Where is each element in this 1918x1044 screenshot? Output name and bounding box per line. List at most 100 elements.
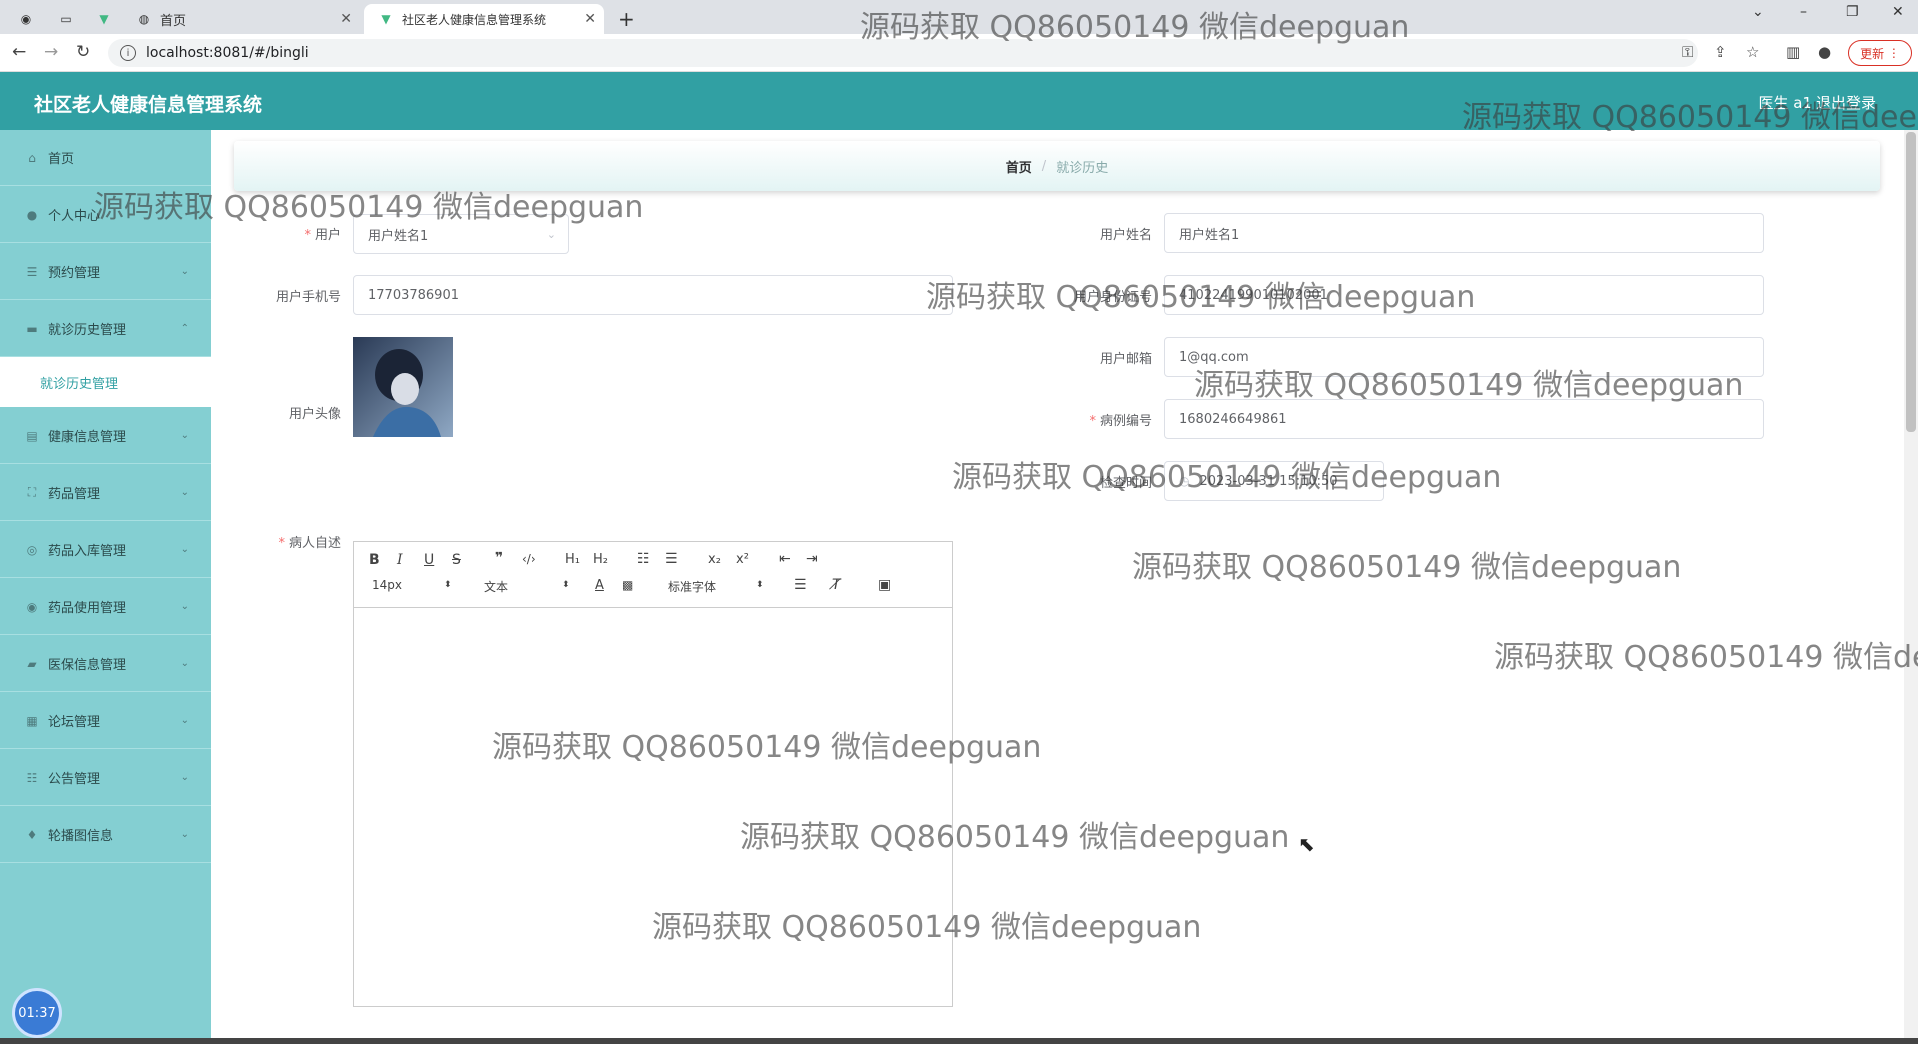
browser-tab[interactable]: ◉ (18, 4, 42, 34)
back-icon[interactable]: ← (12, 42, 26, 62)
sidebar-item-home[interactable]: ⌂ 首页 (0, 130, 211, 186)
minimize-icon[interactable]: – (1800, 4, 1807, 20)
user-name-field[interactable]: 用户姓名1 (1164, 213, 1764, 253)
sidebar-item-label: 就诊历史管理 (48, 323, 127, 338)
watermark: 源码获取 QQ86050149 微信deepguan (926, 280, 1476, 315)
ordered-list-icon[interactable]: ☷ (637, 551, 650, 567)
phone-field[interactable]: 17703786901 (353, 275, 953, 315)
sidebar-item-label: 药品入库管理 (48, 544, 127, 559)
user-label: * 用户 (243, 224, 341, 243)
clear-format-icon[interactable]: T̸ (832, 577, 841, 593)
close-icon[interactable]: ✕ (340, 11, 352, 27)
avatar (353, 337, 453, 437)
forward-icon[interactable]: → (44, 42, 58, 62)
watermark: 源码获取 QQ86050149 微信deepguan (1494, 640, 1918, 675)
sidebar-item-medicine-stock-in[interactable]: ◎ 药品入库管理 ⌄ (0, 522, 211, 578)
required-mark: * (278, 536, 285, 551)
sidebar-item-forum[interactable]: ▦ 论坛管理 ⌄ (0, 693, 211, 749)
new-tab-button[interactable]: + (618, 4, 635, 34)
chevron-down-icon: ⌄ (180, 829, 189, 840)
page-icon: ▭ (60, 12, 72, 26)
update-button[interactable]: 更新 ⋮ (1848, 40, 1912, 66)
compass-icon: ◎ (26, 542, 38, 557)
record-icon: ▬ (26, 321, 38, 336)
h1-icon[interactable]: H₁ (565, 552, 580, 567)
chevron-down-icon: ⌄ (180, 715, 189, 726)
sidebar-item-visit-history[interactable]: ▬ 就诊历史管理 ⌃ (0, 301, 211, 357)
breadcrumb-home[interactable]: 首页 (1006, 157, 1032, 176)
profile-icon[interactable]: ● (1818, 43, 1831, 61)
font-color-icon[interactable]: A (595, 578, 604, 593)
indent-icon[interactable]: ⇥ (806, 551, 818, 567)
info-icon[interactable]: i (120, 45, 136, 61)
case-no-label: * 病例编号 (1060, 410, 1152, 429)
italic-icon[interactable]: I (397, 552, 403, 568)
tab-title: 首页 (160, 13, 187, 29)
scrollbar-thumb[interactable] (1906, 132, 1916, 432)
case-no-field[interactable]: 1680246649861 (1164, 399, 1764, 439)
home-icon: ⌂ (28, 150, 36, 165)
underline-icon[interactable]: U (424, 552, 434, 568)
image-icon[interactable]: ▣ (878, 577, 891, 593)
block-type-select[interactable]: 文本 ⬍ (484, 578, 570, 595)
browser-tab[interactable]: ▭ (58, 4, 82, 34)
update-label: 更新 (1860, 46, 1885, 61)
required-mark: * (304, 228, 311, 243)
sidebar-item-insurance[interactable]: ▰ 医保信息管理 ⌄ (0, 636, 211, 692)
restore-icon[interactable]: ❐ (1846, 4, 1859, 20)
superscript-icon[interactable]: x² (736, 552, 749, 567)
subscript-icon[interactable]: x₂ (708, 552, 721, 567)
mouse-cursor-icon: ⬉ (1298, 832, 1315, 856)
close-icon[interactable]: ✕ (584, 11, 596, 27)
browser-tab[interactable]: ▼ (96, 4, 120, 34)
background-color-icon[interactable]: ▩ (622, 578, 633, 592)
blockquote-icon[interactable]: ❞ (495, 550, 503, 566)
sidebar-item-carousel[interactable]: ♦ 轮播图信息 ⌄ (0, 807, 211, 863)
strikethrough-icon[interactable]: S (452, 552, 461, 568)
close-window-icon[interactable]: ✕ (1892, 4, 1904, 20)
font-size-select[interactable]: 14px ⬍ (372, 578, 452, 592)
sidebar-item-label: 论坛管理 (48, 715, 101, 730)
h2-icon[interactable]: H₂ (593, 552, 608, 567)
sidebar-item-health-info[interactable]: ▤ 健康信息管理 ⌄ (0, 408, 211, 464)
globe-icon: ◍ (138, 12, 150, 26)
reload-icon[interactable]: ↻ (76, 42, 90, 62)
key-icon[interactable]: ⚿ (1682, 43, 1693, 61)
chevron-down-icon[interactable]: ⌄ (1752, 4, 1764, 20)
browser-tab-active[interactable]: ▼ 社区老人健康信息管理系统 ✕ (364, 4, 604, 34)
bold-icon[interactable]: B (369, 552, 380, 568)
star-icon[interactable]: ☆ (1746, 43, 1759, 61)
url-text: localhost:8081/#/bingli (146, 45, 309, 61)
bullet-list-icon[interactable]: ☰ (665, 551, 678, 567)
sidebar-item-announcements[interactable]: ☷ 公告管理 ⌄ (0, 750, 211, 806)
submenu-item-label: 就诊历史管理 (40, 376, 119, 392)
sidebar-icon[interactable]: ▥ (1786, 43, 1800, 61)
code-icon[interactable]: ‹/› (522, 552, 536, 566)
sort-icon: ⬍ (756, 580, 764, 590)
sidebar-item-medicine[interactable]: ⛶ 药品管理 ⌄ (0, 465, 211, 521)
font-family-value: 标准字体 (668, 580, 717, 594)
sidebar-item-medicine-usage[interactable]: ◉ 药品使用管理 ⌄ (0, 579, 211, 635)
sidebar-item-label: 健康信息管理 (48, 430, 127, 445)
avatar-label: 用户头像 (288, 407, 341, 422)
user-select-value: 用户姓名1 (368, 228, 429, 244)
watermark: 源码获取 QQ86050149 微信deepguan (860, 10, 1410, 45)
user-name-value: 用户姓名1 (1179, 227, 1240, 243)
watermark: 源码获取 QQ86050149 微信deepguan (1462, 100, 1918, 135)
chevron-down-icon: ⌄ (546, 227, 556, 241)
outdent-icon[interactable]: ⇤ (779, 551, 791, 567)
tab-title: 社区老人健康信息管理系统 (402, 12, 547, 27)
sidebar-item-appointments[interactable]: ☰ 预约管理 ⌄ (0, 244, 211, 300)
sidebar-item-label: 个人中心 (48, 209, 101, 224)
mic-icon: ♦ (26, 827, 38, 842)
font-family-select[interactable]: 标准字体 ⬍ (668, 578, 768, 595)
user-name-label: 用户姓名 (1099, 228, 1152, 243)
share-icon[interactable]: ⇪ (1714, 43, 1727, 61)
submenu-item-visit-history[interactable]: 就诊历史管理 (0, 357, 211, 407)
align-icon[interactable]: ☰ (794, 577, 807, 593)
watermark: 源码获取 QQ86050149 微信deepguan (740, 820, 1290, 855)
sliders-icon: ☷ (26, 770, 38, 785)
browser-tab-home[interactable]: ◍ 首页 ✕ (136, 4, 360, 34)
scan-icon: ⛶ (27, 485, 37, 499)
editor-content[interactable] (354, 608, 952, 1006)
